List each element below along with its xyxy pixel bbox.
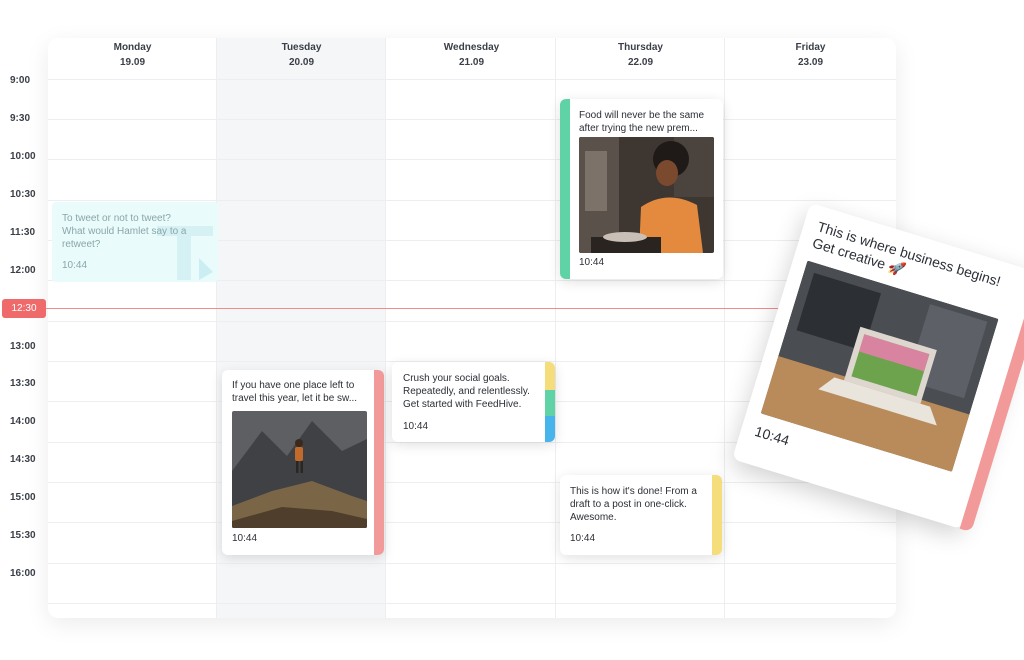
day-column-monday: Monday 19.09	[48, 38, 217, 618]
time-label: 9:00	[10, 75, 31, 86]
grid-line	[48, 603, 896, 604]
post-time: 10:44	[403, 421, 429, 432]
day-date: 20.09	[288, 57, 315, 68]
time-label: 14:00	[10, 416, 36, 427]
post-text: Crush your social goals. Repeatedly, and…	[403, 373, 530, 410]
time-label: 12:00	[10, 265, 36, 276]
time-label: 10:30	[10, 189, 36, 200]
day-date: 19.09	[119, 57, 146, 68]
scheduled-post-card[interactable]: If you have one place left to travel thi…	[222, 370, 384, 555]
current-time-line	[46, 308, 896, 309]
day-name: Thursday	[617, 42, 663, 53]
time-label: 14:30	[10, 454, 36, 465]
status-stripe	[374, 370, 384, 555]
day-name: Monday	[113, 42, 152, 53]
post-time: 10:44	[62, 260, 88, 271]
day-name: Wednesday	[443, 42, 500, 53]
day-date: 23.09	[797, 57, 824, 68]
grid-line	[48, 563, 896, 564]
post-time: 10:44	[753, 422, 792, 449]
status-stripe	[545, 362, 555, 442]
time-label: 9:30	[10, 113, 31, 124]
grid-line	[48, 79, 896, 80]
time-label: 13:00	[10, 341, 36, 352]
post-text: This is how it's done! From a draft to a…	[570, 486, 697, 523]
grid-line	[48, 522, 896, 523]
time-label: 10:00	[10, 151, 36, 162]
day-name: Friday	[795, 42, 826, 53]
status-stripe	[712, 475, 722, 555]
grid-line	[48, 482, 896, 483]
scheduled-post-card[interactable]: Food will never be the same after trying…	[560, 99, 723, 279]
time-label: 16:00	[10, 568, 36, 579]
post-time: 10:44	[570, 533, 596, 544]
day-name: Tuesday	[281, 42, 322, 53]
woman-in-kitchen-photo	[579, 137, 714, 253]
hiker-on-mountain-photo	[232, 411, 367, 528]
time-label: 15:00	[10, 492, 36, 503]
grid-line	[48, 119, 896, 120]
time-label: 11:30	[10, 227, 36, 238]
status-stripe	[560, 99, 570, 279]
time-label: 13:30	[10, 378, 36, 389]
draft-post-card[interactable]: To tweet or not to tweet? What would Ham…	[52, 202, 218, 282]
post-time: 10:44	[232, 533, 258, 544]
grid-line	[48, 159, 896, 160]
day-date: 22.09	[627, 57, 654, 68]
post-text: To tweet or not to tweet? What would Ham…	[62, 213, 187, 250]
current-time-badge: 12:30	[2, 299, 46, 318]
post-text: Food will never be the same after trying…	[579, 110, 705, 134]
scheduled-post-card[interactable]: This is how it's done! From a draft to a…	[560, 475, 722, 555]
post-text: If you have one place left to travel thi…	[232, 380, 358, 404]
grid-line	[48, 321, 896, 322]
day-date: 21.09	[458, 57, 485, 68]
calendar-grid: Monday 19.09 Tuesday 20.09 Wednesday 21.09 …	[48, 38, 896, 618]
time-label: 15:30	[10, 530, 36, 541]
scheduled-post-card[interactable]: Crush your social goals. Repeatedly, and…	[392, 362, 555, 442]
grid-line	[48, 200, 896, 201]
post-time: 10:44	[579, 257, 605, 268]
day-column-wednesday: Wednesday 21.09	[387, 38, 556, 618]
